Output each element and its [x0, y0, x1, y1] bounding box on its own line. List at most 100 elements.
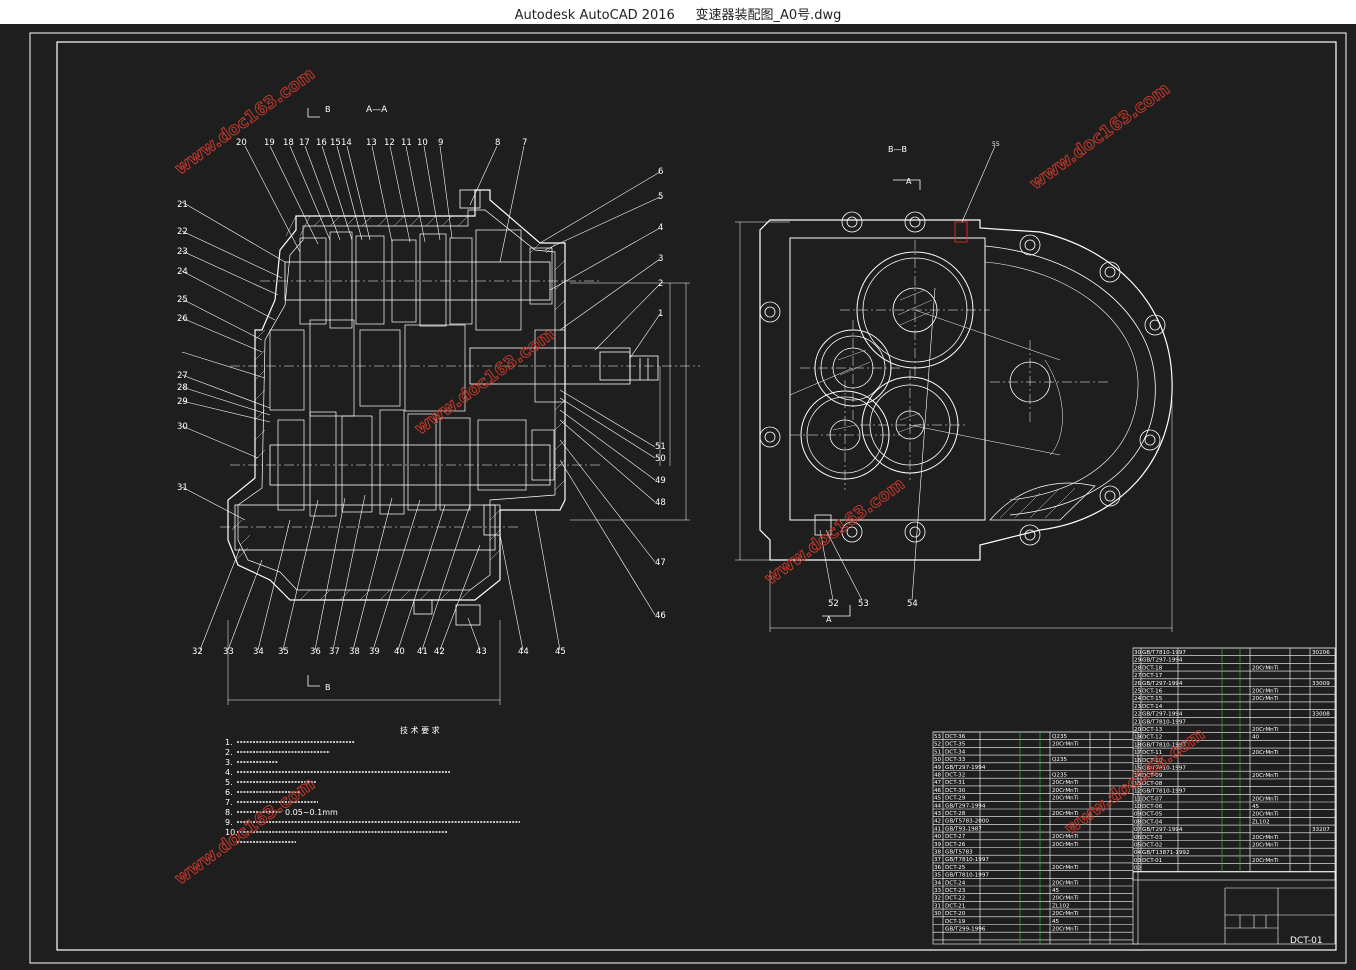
part-number-left: 45 — [934, 796, 942, 802]
part-material-left: 45 — [1052, 919, 1060, 925]
tech-req-item-5: 5. — [225, 778, 233, 787]
callout-11: 11 — [401, 138, 412, 148]
part-number-left: 48 — [934, 773, 942, 779]
callout-numbers-bb: 52 53 54 55 — [828, 141, 1000, 609]
part-code-left: DCT-19 — [945, 919, 966, 925]
part-code-left: GB/T7810-1997 — [945, 857, 989, 863]
callout-40: 40 — [394, 647, 405, 657]
part-material-right: 20CrMnTi — [1252, 773, 1279, 779]
callout-47: 47 — [655, 558, 666, 568]
part-code-left: DCT-26 — [945, 842, 966, 848]
part-material-right: 20CrMnTi — [1252, 665, 1279, 671]
part-code-left: DCT-27 — [945, 834, 966, 840]
part-std-right: 33008 — [1312, 712, 1330, 718]
part-number-right: 11 — [1134, 796, 1142, 802]
part-number-left: 44 — [934, 803, 942, 809]
tech-req-tolerance: 0.05~0.1mm — [285, 808, 338, 817]
part-number-right: 03 — [1134, 858, 1142, 864]
part-number-left: 43 — [934, 811, 942, 817]
drawing-canvas[interactable]: A—A B B 1 2 3 4 5 6 7 8 9 10 11 12 13 14… — [0, 24, 1356, 966]
part-number-left: 39 — [934, 842, 942, 848]
part-code-right: GB/T7810-1997 — [1142, 719, 1186, 725]
part-material-right: 20CrMnTi — [1252, 750, 1279, 756]
part-number-left: 34 — [934, 880, 942, 886]
callout-2: 2 — [658, 279, 663, 289]
callout-46: 46 — [655, 611, 666, 621]
part-code-left: DCT-30 — [945, 788, 966, 794]
part-material-right: 20CrMnTi — [1252, 835, 1279, 841]
callout-5: 5 — [658, 192, 663, 202]
callout-4: 4 — [658, 223, 663, 233]
part-number-right: 23 — [1134, 704, 1142, 710]
callout-45: 45 — [555, 647, 566, 657]
part-number-left: 35 — [934, 873, 942, 879]
callout-39: 39 — [369, 647, 380, 657]
callout-17: 17 — [299, 138, 310, 148]
part-number-left: 31 — [934, 903, 942, 909]
part-number-right: 08 — [1134, 819, 1142, 825]
part-code-left: DCT-31 — [945, 780, 966, 786]
part-material-right: 20CrMnTi — [1252, 796, 1279, 802]
part-number-right: 27 — [1134, 673, 1142, 679]
callout-27: 27 — [177, 371, 188, 381]
callout-19: 19 — [264, 138, 275, 148]
part-material-left: ZL102 — [1052, 903, 1070, 909]
part-number-right: 25 — [1134, 689, 1142, 695]
part-number-left: 40 — [934, 834, 942, 840]
callout-16: 16 — [316, 138, 327, 148]
part-code-left: DCT-25 — [945, 865, 966, 871]
section-mark-b-bottom: B — [325, 683, 331, 692]
part-material-right: 20CrMnTi — [1252, 696, 1279, 702]
callout-22: 22 — [177, 227, 188, 237]
callout-53: 53 — [858, 599, 869, 609]
part-code-right: GB/T13871-1992 — [1142, 850, 1190, 856]
part-number-right: 20 — [1134, 727, 1142, 733]
callout-15: 15 — [330, 138, 341, 148]
tech-req-item-9: 9. — [225, 818, 233, 827]
callout-12: 12 — [384, 138, 395, 148]
callout-31: 31 — [177, 483, 188, 493]
part-material-left: 20CrMnTi — [1052, 742, 1079, 748]
tech-req-item-4: 4. — [225, 768, 233, 777]
callout-9: 9 — [438, 138, 443, 148]
callout-14: 14 — [341, 138, 352, 148]
part-code-right: GB/T297-1994 — [1142, 681, 1183, 687]
tech-req-item-1: 1. — [225, 738, 233, 747]
callout-42: 42 — [434, 647, 445, 657]
section-mark-a-top: A — [906, 177, 912, 186]
callout-10: 10 — [417, 138, 428, 148]
part-number-left: 41 — [934, 826, 942, 832]
part-material-right: ZL102 — [1252, 819, 1270, 825]
part-number-right: 26 — [1134, 681, 1142, 687]
part-std-right: 33207 — [1312, 827, 1330, 833]
tech-req-item-2: 2. — [225, 748, 233, 757]
part-number-right: 05 — [1134, 843, 1142, 849]
part-material-left: Q235 — [1052, 773, 1068, 779]
part-std-right: 30206 — [1312, 650, 1330, 656]
part-number-right: 24 — [1134, 696, 1142, 702]
cad-drawing[interactable]: A—A B B 1 2 3 4 5 6 7 8 9 10 11 12 13 14… — [0, 24, 1356, 966]
tech-req-title: 技 术 要 求 — [400, 725, 440, 735]
part-code-left: DCT-32 — [945, 773, 965, 779]
part-code-left: DCT-22 — [945, 896, 965, 902]
part-number-right: 06 — [1134, 835, 1142, 841]
part-code-right: DCT-14 — [1142, 704, 1163, 710]
part-number-left: 49 — [934, 765, 942, 771]
part-material-right: 20CrMnTi — [1252, 689, 1279, 695]
part-material-left: 20CrMnTi — [1052, 880, 1079, 886]
part-code-right: DCT-13 — [1142, 727, 1163, 733]
callout-7: 7 — [522, 138, 527, 148]
part-code-right: GB/T7810-1997 — [1142, 789, 1186, 795]
part-number-left: 32 — [934, 896, 941, 902]
part-number-left: 38 — [934, 850, 942, 856]
section-bb-label: B—B — [888, 145, 907, 154]
callout-33: 33 — [223, 647, 234, 657]
watermarks: www.doc163.com www.doc163.com www.doc163.c… — [171, 64, 1210, 890]
part-number-right: 17 — [1134, 750, 1142, 756]
callout-48: 48 — [655, 498, 666, 508]
part-code-right: DCT-16 — [1142, 689, 1163, 695]
part-number-left: 51 — [934, 749, 942, 755]
part-code-right: GB/T297-1994 — [1142, 827, 1183, 833]
part-number-right: 02 — [1134, 866, 1141, 872]
part-material-left: 20CrMnTi — [1052, 842, 1079, 848]
